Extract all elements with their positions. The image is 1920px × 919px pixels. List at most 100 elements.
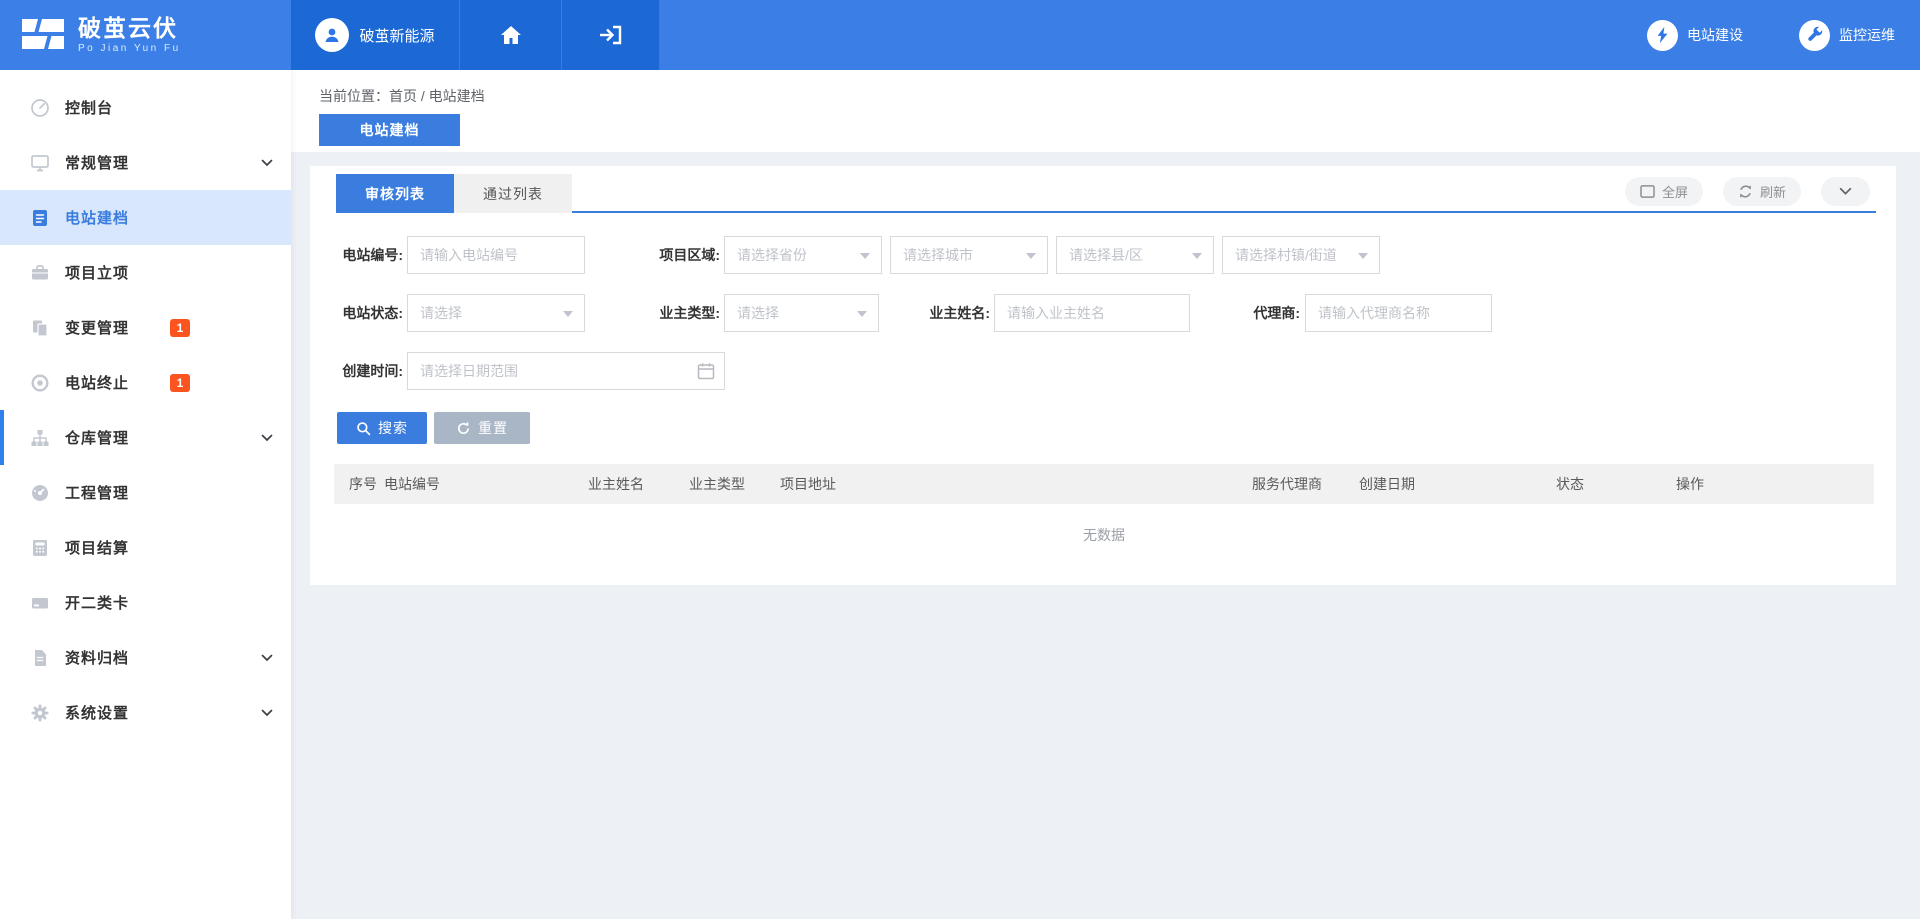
col-序号: 序号 [334, 474, 384, 494]
sidebar-item-general-mgmt[interactable]: 常规管理 [0, 135, 291, 190]
owner-name-label: 业主姓名: [906, 294, 990, 332]
nav-monitor-ops[interactable]: 监控运维 [1799, 20, 1895, 51]
sidebar-menu: 控制台 常规管理 电站建档 项目立项 [0, 70, 291, 740]
city-select-placeholder: 请选择城市 [903, 245, 973, 265]
sidebar-item-label: 系统设置 [65, 702, 129, 723]
town-select-placeholder: 请选择村镇/街道 [1235, 245, 1337, 265]
owner-type-label: 业主类型: [636, 294, 720, 332]
tab-passed-list[interactable]: 通过列表 [454, 174, 572, 213]
sidebar-item-label: 项目结算 [65, 537, 129, 558]
file-icon [30, 648, 50, 668]
sidebar-item-warehouse-mgmt[interactable]: 仓库管理 [0, 410, 291, 465]
nav-station-build[interactable]: 电站建设 [1647, 20, 1743, 51]
station-status-select[interactable]: 请选择 [407, 294, 585, 332]
search-button[interactable]: 搜索 [337, 412, 427, 444]
caret-down-icon [563, 311, 573, 322]
col-状态: 状态 [1556, 474, 1676, 494]
station-termination-badge: 1 [170, 374, 190, 392]
sidebar-item-system-settings[interactable]: 系统设置 [0, 685, 291, 740]
chevron-down-icon [261, 654, 273, 662]
sidebar-item-change-mgmt[interactable]: 变更管理 1 [0, 300, 291, 355]
sidebar-item-project-settlement[interactable]: 项目结算 [0, 520, 291, 575]
sidebar-item-station-filing[interactable]: 电站建档 [0, 190, 291, 245]
top-nav-segments: 破茧新能源 [291, 0, 660, 70]
calculator-icon [30, 538, 50, 558]
fullscreen-icon [1640, 185, 1655, 198]
reset-icon [456, 421, 471, 436]
town-select[interactable]: 请选择村镇/街道 [1222, 236, 1380, 274]
logout-button[interactable] [562, 0, 660, 70]
refresh-button[interactable]: 刷新 [1723, 177, 1801, 206]
table-empty-state: 无数据 [334, 504, 1874, 566]
sidebar-item-engineering-mgmt[interactable]: 工程管理 [0, 465, 291, 520]
fullscreen-button[interactable]: 全屏 [1625, 177, 1703, 206]
wrench-icon [1799, 20, 1830, 51]
county-select[interactable]: 请选择县/区 [1056, 236, 1214, 274]
col-服务代理商: 服务代理商 [1252, 474, 1359, 494]
sidebar-item-label: 常规管理 [65, 152, 129, 173]
sidebar-item-label: 开二类卡 [65, 592, 129, 613]
org-name: 破茧新能源 [359, 25, 434, 46]
sidebar-item-label: 资料归档 [65, 647, 129, 668]
tab-review-list[interactable]: 审核列表 [336, 174, 454, 213]
date-range-input[interactable] [407, 352, 725, 390]
chevron-down-icon [1839, 187, 1852, 196]
home-icon [500, 25, 522, 45]
sidebar-item-label: 仓库管理 [65, 427, 129, 448]
sidebar-item-label: 电站终止 [65, 372, 129, 393]
bank-card-icon [30, 593, 50, 613]
user-icon [322, 25, 342, 45]
sidebar-item-open-type2-card[interactable]: 开二类卡 [0, 575, 291, 630]
active-indicator-bar [0, 410, 4, 465]
briefcase-icon [30, 263, 50, 283]
dashboard-icon [30, 483, 50, 503]
created-time-label: 创建时间: [310, 352, 403, 390]
city-select[interactable]: 请选择城市 [890, 236, 1048, 274]
sidebar-item-data-archive[interactable]: 资料归档 [0, 630, 291, 685]
user-menu[interactable]: 破茧新能源 [291, 0, 460, 70]
sidebar-item-label: 变更管理 [65, 317, 129, 338]
sidebar-item-label: 项目立项 [65, 262, 129, 283]
top-right-actions: 电站建设 监控运维 [1647, 0, 1895, 70]
search-button-label: 搜索 [378, 418, 408, 438]
monitor-icon [30, 153, 50, 173]
owner-name-input[interactable] [994, 294, 1190, 332]
caret-down-icon [1026, 253, 1036, 264]
sidebar-item-project-initiation[interactable]: 项目立项 [0, 245, 291, 300]
main-panel: 审核列表 通过列表 全屏 刷新 电站编号: 项目区域: 请选择省份 请选择城市 … [310, 166, 1896, 585]
caret-down-icon [860, 253, 870, 264]
record-circle-icon [30, 373, 50, 393]
col-项目地址: 项目地址 [780, 474, 1252, 494]
calendar-icon [697, 362, 715, 385]
page-tab-station-filing[interactable]: 电站建档 [319, 114, 460, 146]
sidebar-item-label: 工程管理 [65, 482, 129, 503]
breadcrumb-home-link[interactable]: 首页 [389, 88, 417, 104]
collapse-button[interactable] [1821, 177, 1870, 206]
brand-title: 破茧云伏 [78, 16, 181, 41]
province-select[interactable]: 请选择省份 [724, 236, 882, 274]
chevron-down-icon [261, 434, 273, 442]
station-status-label: 电站状态: [310, 294, 403, 332]
col-操作: 操作 [1676, 474, 1850, 494]
station-no-input[interactable] [407, 236, 585, 274]
home-button[interactable] [460, 0, 562, 70]
logo-icon [20, 16, 66, 54]
panel-toolbar: 全屏 刷新 [1625, 177, 1870, 206]
sidebar-item-label: 控制台 [65, 97, 113, 118]
sidebar-item-console[interactable]: 控制台 [0, 80, 291, 135]
app-root: { "header": { "logo_title": "破茧云伏", "log… [0, 0, 1920, 919]
caret-down-icon [1192, 253, 1202, 264]
station-status-placeholder: 请选择 [420, 303, 462, 323]
province-select-placeholder: 请选择省份 [737, 245, 807, 265]
fullscreen-label: 全屏 [1662, 182, 1688, 201]
agent-input[interactable] [1305, 294, 1492, 332]
col-创建日期: 创建日期 [1359, 474, 1556, 494]
brand-subtitle: Po Jian Yun Fu [78, 43, 181, 54]
reset-button-label: 重置 [478, 418, 508, 438]
reset-button[interactable]: 重置 [434, 412, 530, 444]
owner-type-select[interactable]: 请选择 [724, 294, 879, 332]
region-label: 项目区域: [636, 236, 720, 274]
search-icon [356, 421, 371, 436]
agent-label: 代理商: [1226, 294, 1300, 332]
sidebar-item-station-termination[interactable]: 电站终止 1 [0, 355, 291, 410]
